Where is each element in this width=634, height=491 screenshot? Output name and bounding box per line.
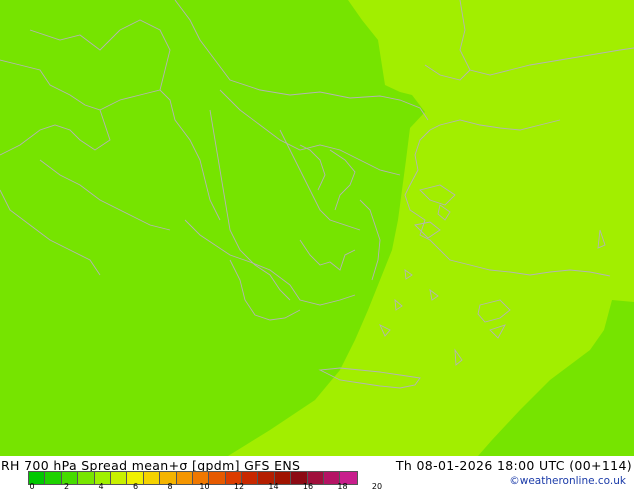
weather-map <box>0 0 634 456</box>
credit-link[interactable]: ©weatheronline.co.uk <box>509 475 626 487</box>
valid-time: Th 08-01-2026 18:00 UTC (00+114) <box>395 458 632 473</box>
legend-footer: RH 700 hPa Spread mean+σ [gpdm] GFS ENS … <box>0 456 634 491</box>
